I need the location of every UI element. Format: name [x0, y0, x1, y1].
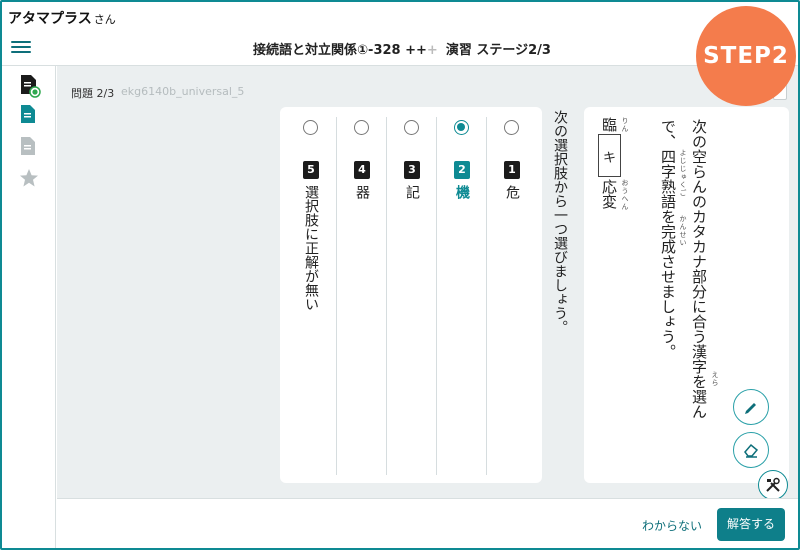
choice-number: 3 — [404, 161, 420, 179]
choice-2[interactable]: 2 機 — [436, 117, 486, 475]
idiom-blank: キ — [602, 151, 616, 166]
instruction-text: 次の選択肢から一つ選びましょう。 — [552, 110, 568, 334]
radio-button[interactable] — [354, 120, 369, 135]
choice-1[interactable]: 1 危 — [486, 117, 536, 475]
idiom-blank-box: キ — [598, 134, 621, 177]
choice-label: 機 — [454, 185, 470, 199]
step-badge: STEP2 — [696, 6, 796, 106]
dont-know-link[interactable]: わからない — [642, 517, 702, 534]
question-panel: 次の空らんのカタカナ部分に合う漢字を選ん で、四字熟語を完成させましょう。 えら… — [584, 107, 789, 483]
radio-button[interactable] — [504, 120, 519, 135]
document-icon[interactable] — [19, 104, 39, 126]
question-number: 問題 2/3 — [71, 87, 115, 100]
pencil-button[interactable] — [733, 389, 769, 425]
choice-5[interactable]: 5 選択肢に正解が無い — [286, 117, 336, 475]
idiom-part-1: 臨 — [600, 117, 618, 132]
user-name-suffix: さん — [93, 13, 116, 26]
choice-3[interactable]: 3 記 — [386, 117, 436, 475]
choices-panel: 5 選択肢に正解が無い 4 器 3 記 2 機 1 危 — [280, 107, 542, 483]
prompt-line-1: 次の空らんのカタカナ部分に合う漢字を選ん — [690, 119, 708, 419]
main-area: 問題 2/3 ekg6140b_universal_5 5 選択肢に正解が無い … — [57, 66, 798, 498]
bottom-bar: わからない 解答する — [57, 498, 798, 548]
radio-button[interactable] — [303, 120, 318, 135]
document-gray-icon[interactable] — [19, 136, 39, 158]
tools-icon — [766, 477, 780, 492]
idiom-part-2: 応変 — [600, 179, 618, 209]
page-title: 接続語と対立関係①-328 +++ 演習 ステージ2/3 — [2, 39, 798, 58]
ruby-yojijukugo: よじじゅくご — [679, 149, 687, 197]
ruby-kansei: かんせい — [679, 215, 687, 247]
title-stage: 演習 ステージ2/3 — [445, 43, 551, 58]
ruby-rin: りん — [621, 117, 629, 133]
choice-number: 5 — [303, 161, 319, 179]
pencil-icon — [745, 403, 756, 414]
choice-label: 記 — [404, 185, 420, 199]
question-id: ekg6140b_universal_5 — [121, 85, 245, 98]
doc-check-icon[interactable] — [19, 74, 41, 98]
eraser-icon — [744, 443, 759, 458]
app-window: アタマプラス さん 接続語と対立関係①-328 +++ 演習 ステージ2/3 STE… — [0, 0, 800, 550]
user-name-text: アタマプラス — [8, 11, 92, 27]
title-main: 接続語と対立関係①-328 — [253, 43, 406, 58]
top-bar: アタマプラス さん — [2, 2, 798, 32]
choice-number: 2 — [454, 161, 470, 179]
star-icon[interactable] — [19, 168, 39, 190]
title-plus-dim: + — [426, 43, 438, 58]
eraser-button[interactable] — [733, 432, 769, 468]
ruby-ouhen: おうへん — [621, 179, 629, 211]
choice-number: 1 — [504, 161, 520, 179]
title-plus-active: ++ — [405, 43, 427, 58]
ruby-erabu: えら — [711, 371, 719, 387]
radio-button[interactable] — [404, 120, 419, 135]
header: 接続語と対立関係①-328 +++ 演習 ステージ2/3 — [2, 32, 798, 66]
choice-label: 危 — [504, 185, 520, 199]
radio-button-selected[interactable] — [454, 120, 469, 135]
prompt-line-2: で、四字熟語を完成させましょう。 — [659, 119, 677, 359]
choice-4[interactable]: 4 器 — [336, 117, 386, 475]
tools-button[interactable] — [758, 470, 788, 500]
choice-number: 4 — [354, 161, 370, 179]
submit-answer-button[interactable]: 解答する — [717, 508, 785, 541]
sidebar — [2, 66, 56, 548]
choice-label: 選択肢に正解が無い — [303, 185, 319, 311]
user-name: アタマプラス さん — [8, 8, 116, 28]
choice-label: 器 — [354, 185, 370, 199]
